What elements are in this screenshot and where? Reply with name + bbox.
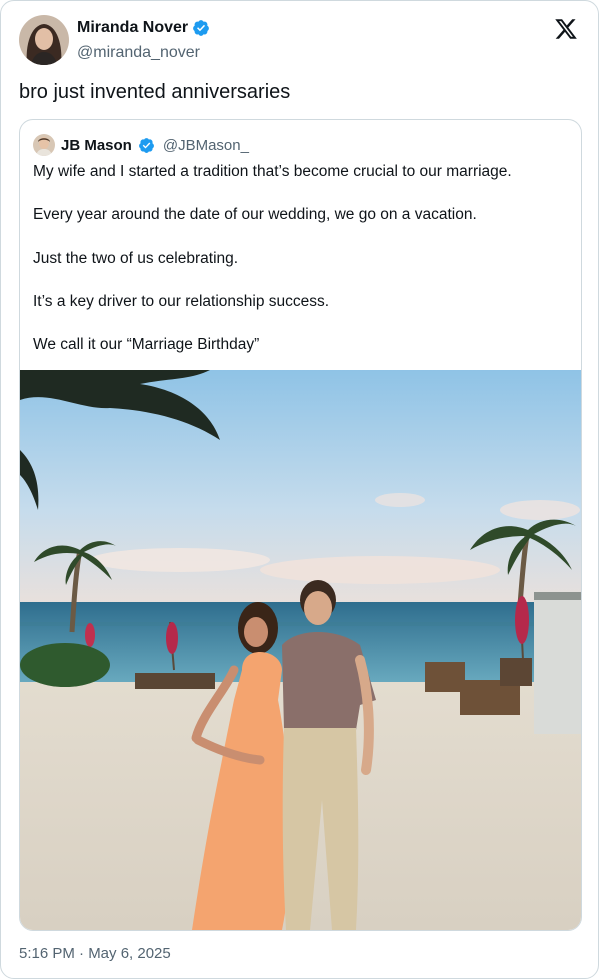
profile-photo-icon — [33, 134, 55, 156]
x-logo-icon[interactable] — [554, 17, 578, 41]
quoted-author-avatar[interactable] — [33, 134, 55, 156]
tweet-timestamp[interactable]: 5:16 PM · May 6, 2025 — [19, 945, 171, 962]
verified-badge-icon — [138, 137, 154, 153]
quoted-author-name[interactable]: JB Mason — [61, 137, 132, 154]
author-avatar[interactable] — [19, 15, 69, 65]
author-name[interactable]: Miranda Nover — [77, 19, 188, 37]
quoted-text-line: Every year around the date of our weddin… — [33, 206, 477, 224]
verified-badge-icon — [193, 20, 210, 36]
quoted-author-handle[interactable]: @JBMason_ — [163, 137, 249, 154]
tweet-text: bro just invented anniversaries — [19, 81, 291, 103]
quoted-tweet[interactable]: JB Mason @JBMason_ My wife and I started… — [19, 119, 582, 931]
tweet-card: Miranda Nover @miranda_nover bro just in… — [0, 0, 599, 979]
quoted-text-line: My wife and I started a tradition that’s… — [33, 163, 512, 180]
author-name-row[interactable]: Miranda Nover — [77, 19, 210, 37]
quoted-text-line: Just the two of us celebrating. — [33, 249, 239, 267]
beach-couple-photo[interactable] — [20, 370, 581, 930]
quoted-author-row[interactable]: JB Mason @JBMason_ — [33, 134, 249, 156]
quoted-text: My wife and I started a tradition that’s… — [33, 160, 573, 376]
quoted-text-line: It’s a key driver to our relationship su… — [33, 292, 330, 310]
profile-photo-icon — [19, 15, 69, 65]
author-handle[interactable]: @miranda_nover — [77, 44, 200, 62]
